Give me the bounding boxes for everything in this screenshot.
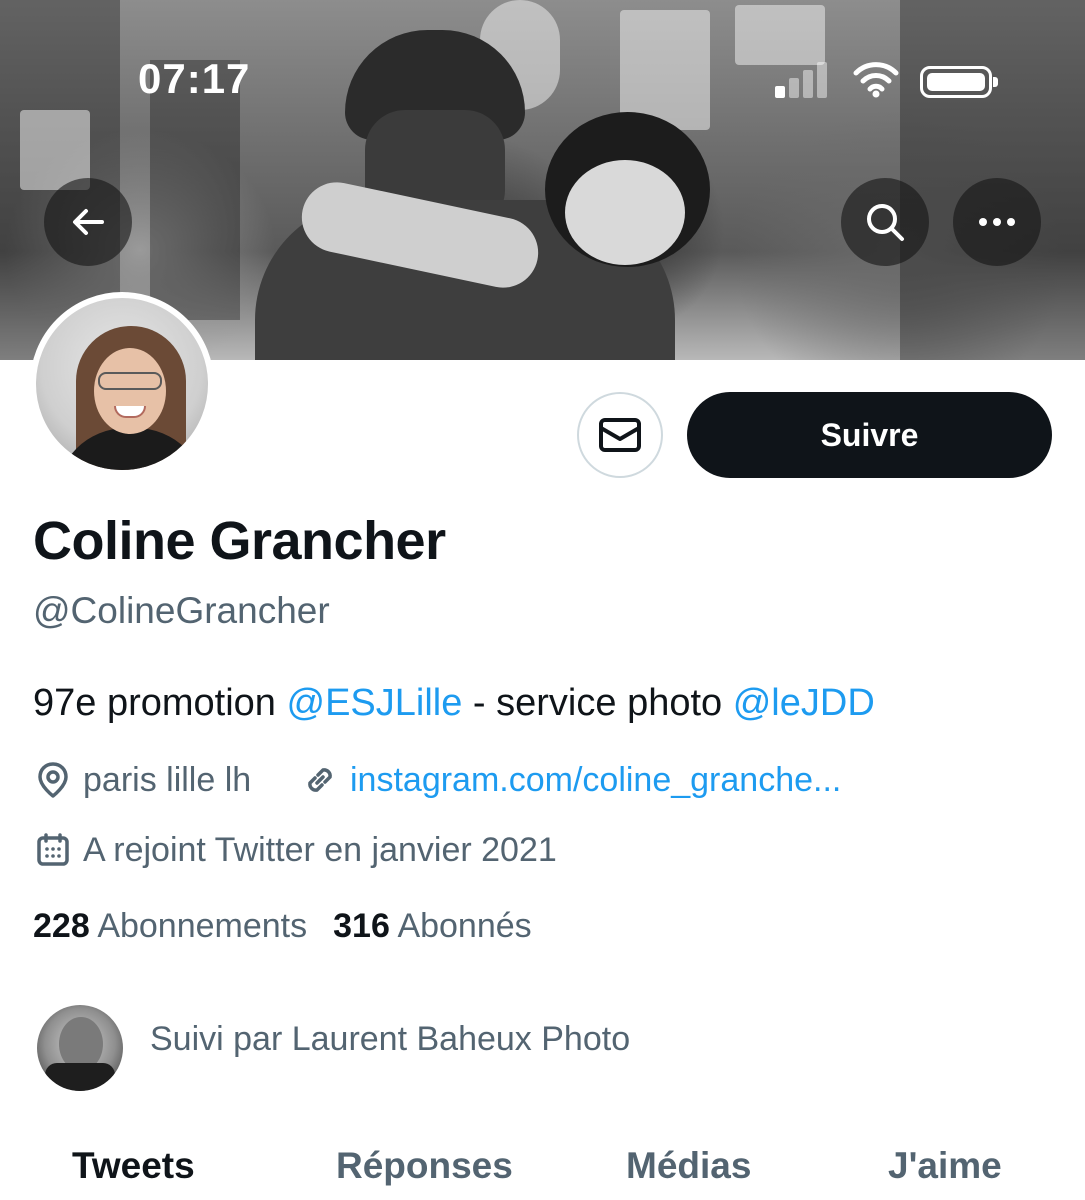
envelope-icon [599, 418, 641, 452]
message-button[interactable] [577, 392, 663, 478]
wifi-icon [853, 62, 899, 98]
tab-media[interactable]: Médias [626, 1145, 751, 1187]
bio-text: 97e promotion [33, 682, 287, 724]
followed-by-text[interactable]: Suivi par Laurent Baheux Photo [150, 1020, 630, 1059]
user-handle: @ColineGrancher [33, 590, 330, 631]
followers-count: 316 [333, 907, 390, 945]
battery-icon [920, 66, 998, 98]
calendar-icon [33, 830, 73, 870]
search-icon [867, 204, 904, 241]
arrow-left-icon [73, 209, 104, 235]
status-icons [775, 58, 1035, 102]
tab-likes[interactable]: J'aime [888, 1145, 1002, 1187]
bio-mention-lejdd[interactable]: @leJDD [733, 682, 875, 724]
bio-mention-esjlille[interactable]: @ESJLille [287, 682, 463, 724]
following-link[interactable]: 228 Abonnements [33, 907, 307, 945]
following-label: Abonnements [97, 907, 308, 945]
bio-text: - service photo [462, 682, 733, 724]
followers-link[interactable]: 316 Abonnés [333, 907, 532, 945]
cellular-signal-icon [775, 62, 835, 98]
display-name: Coline Grancher [33, 511, 446, 571]
follower-avatar[interactable] [37, 1005, 123, 1091]
profile-join-date: A rejoint Twitter en janvier 2021 [33, 828, 557, 872]
profile-tabs: Tweets Réponses Médias J'aime [0, 1145, 1085, 1200]
following-count: 228 [33, 907, 90, 945]
profile-location: paris lille lh [33, 758, 251, 802]
profile-avatar[interactable] [30, 292, 214, 476]
tab-tweets[interactable]: Tweets [72, 1145, 195, 1187]
profile-bio: 97e promotion @ESJLille - service photo … [33, 682, 875, 725]
join-date-text: A rejoint Twitter en janvier 2021 [83, 830, 557, 869]
followers-label: Abonnés [397, 907, 532, 945]
more-button[interactable] [953, 178, 1041, 266]
location-pin-icon [33, 760, 73, 800]
follow-button[interactable]: Suivre [687, 392, 1052, 478]
back-button[interactable] [44, 178, 132, 266]
website-link[interactable]: instagram.com/coline_granche... [350, 761, 841, 800]
search-button[interactable] [841, 178, 929, 266]
tab-replies[interactable]: Réponses [336, 1145, 513, 1187]
profile-website[interactable]: instagram.com/coline_granche... [300, 758, 841, 802]
location-text: paris lille lh [83, 760, 252, 799]
follow-stats: 228 Abonnements 316 Abonnés [33, 907, 532, 946]
status-time: 07:17 [138, 55, 251, 102]
more-horizontal-icon [979, 218, 1015, 226]
link-icon [300, 760, 340, 800]
